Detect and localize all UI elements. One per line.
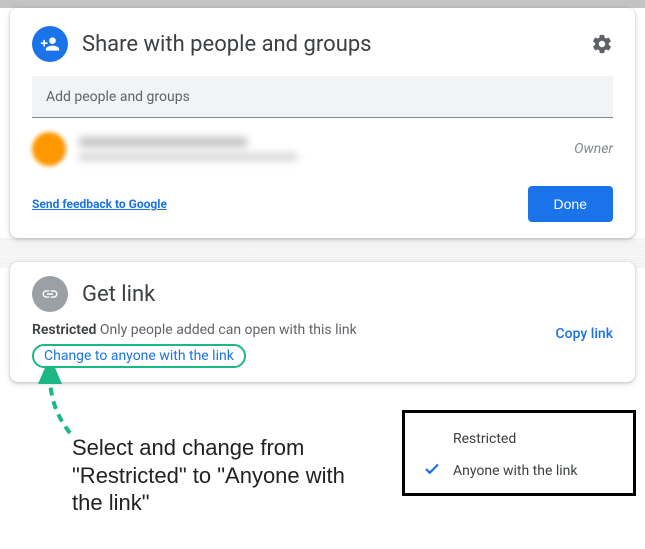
person-name-redacted (78, 137, 248, 147)
gear-icon[interactable] (591, 33, 613, 55)
menu-option-restricted[interactable]: Restricted (405, 423, 633, 455)
person-text (78, 137, 562, 161)
person-email-redacted (78, 153, 298, 161)
avatar (32, 132, 66, 166)
person-add-icon (32, 26, 68, 62)
link-header: Get link (32, 276, 613, 312)
menu-label-restricted: Restricted (453, 431, 516, 447)
share-footer: Send feedback to Google Done (32, 186, 613, 222)
link-title: Get link (82, 282, 155, 307)
restricted-description: Restricted Only people added can open wi… (32, 322, 548, 338)
share-title: Share with people and groups (82, 32, 372, 57)
feedback-link[interactable]: Send feedback to Google (32, 197, 167, 211)
share-header: Share with people and groups (32, 26, 613, 62)
link-icon (32, 276, 68, 312)
copy-link-button[interactable]: Copy link (556, 326, 613, 342)
menu-label-anyone: Anyone with the link (453, 463, 578, 479)
annotation-text: Select and change from "Restricted" to "… (72, 434, 372, 517)
owner-row: Owner (32, 132, 613, 166)
restricted-label: Restricted (32, 322, 96, 338)
menu-option-anyone[interactable]: Anyone with the link (405, 455, 633, 487)
restricted-desc-text: Only people added can open with this lin… (100, 322, 357, 338)
input-placeholder: Add people and groups (46, 89, 190, 105)
access-dropdown-menu: Restricted Anyone with the link (402, 410, 636, 496)
get-link-card: Get link Restricted Only people added ca… (10, 262, 635, 382)
done-button[interactable]: Done (528, 186, 613, 222)
owner-label: Owner (574, 141, 613, 157)
background-strip (0, 0, 645, 8)
change-to-anyone-link[interactable]: Change to anyone with the link (32, 344, 246, 368)
add-people-input[interactable]: Add people and groups (32, 76, 613, 118)
check-icon (423, 460, 445, 482)
share-card: Share with people and groups Add people … (10, 8, 635, 238)
